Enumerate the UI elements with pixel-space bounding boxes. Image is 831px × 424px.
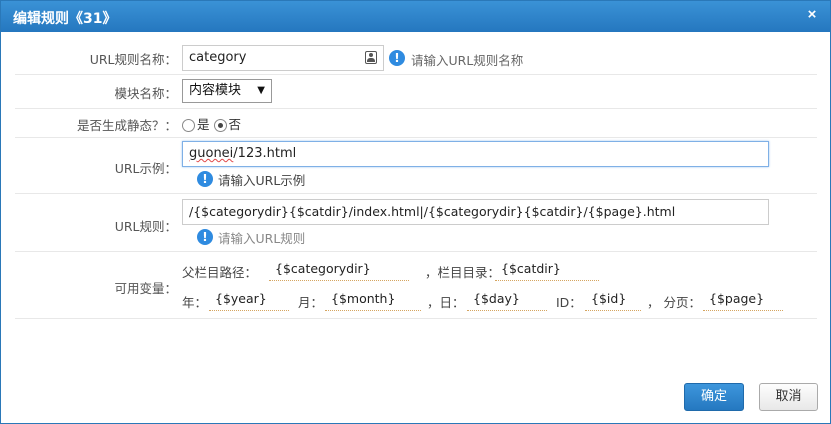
var-label-month: 月： <box>298 295 324 310</box>
module-selected-value: 内容模块 <box>189 83 242 98</box>
var-label-page: ， 分页： <box>647 295 701 310</box>
url-example-label: URL示例： <box>114 161 177 176</box>
url-example-row: URL示例： guonei/123.html ! 请输入URL示例 <box>15 138 817 194</box>
var-field-catdir[interactable]: {$catdir} <box>495 259 599 281</box>
var-field-page[interactable]: {$page} <box>703 289 783 311</box>
variables-row: 可用变量： 父栏目路径： {$categorydir} ，栏目目录： {$cat… <box>15 252 817 319</box>
static-no-label: 否 <box>228 117 242 132</box>
module-label: 模块名称： <box>114 86 177 101</box>
var-field-month[interactable]: {$month} <box>325 289 421 311</box>
var-label-categorydir: 父栏目路径： <box>182 265 258 280</box>
static-label: 是否生成静态？： <box>76 118 177 133</box>
rule-name-value: category <box>189 50 247 65</box>
url-rule-value: /{$categorydir}{$catdir}/index.html|/{$c… <box>189 204 676 219</box>
module-row: 模块名称： 内容模块 ▼ <box>15 75 817 109</box>
rule-name-row: URL规则名称： category ! 请输入URL规则名称 <box>15 41 817 75</box>
rule-name-label: URL规则名称： <box>89 52 177 67</box>
var-field-day[interactable]: {$day} <box>467 289 547 311</box>
url-example-value-word: guonei <box>189 146 234 161</box>
module-select[interactable]: 内容模块 ▼ <box>182 79 272 103</box>
static-no-radio[interactable] <box>213 119 227 132</box>
dialog-title: 编辑规则《31》 <box>13 11 117 27</box>
static-yes-radio[interactable] <box>182 119 195 132</box>
info-icon: ! <box>389 50 405 66</box>
url-rule-label: URL规则： <box>114 219 177 234</box>
var-label-id: ID： <box>556 295 582 310</box>
dropdown-arrow-icon: ▼ <box>257 85 265 96</box>
url-example-hint: 请输入URL示例 <box>218 173 306 188</box>
static-yes-label: 是 <box>197 117 210 132</box>
var-field-id[interactable]: {$id} <box>585 289 641 311</box>
url-example-input[interactable]: guonei/123.html <box>182 141 769 167</box>
info-icon: ! <box>197 229 213 245</box>
static-radio-group: 是 否 <box>182 114 241 133</box>
rule-name-input[interactable]: category <box>182 45 384 71</box>
info-icon: ! <box>197 171 213 187</box>
contact-card-icon <box>365 51 377 64</box>
var-label-year: 年： <box>182 295 208 310</box>
var-field-categorydir[interactable]: {$categorydir} <box>269 259 409 281</box>
dialog-titlebar: 编辑规则《31》 × <box>1 1 830 32</box>
edit-rule-dialog: 编辑规则《31》 × URL规则名称： category ! 请输入URL规则名… <box>0 0 831 424</box>
rule-name-hint: 请输入URL规则名称 <box>411 53 524 68</box>
var-label-day: ，日： <box>427 295 465 310</box>
confirm-button[interactable]: 确定 <box>684 383 744 411</box>
url-rule-input[interactable]: /{$categorydir}{$catdir}/index.html|/{$c… <box>182 199 769 225</box>
url-rule-row: URL规则： /{$categorydir}{$catdir}/index.ht… <box>15 194 817 252</box>
var-field-year[interactable]: {$year} <box>209 289 289 311</box>
cancel-button[interactable]: 取消 <box>759 383 818 411</box>
variables-label: 可用变量： <box>114 281 177 296</box>
url-rule-hint: 请输入URL规则 <box>218 231 306 246</box>
var-label-catdir: ，栏目目录： <box>425 265 501 280</box>
close-icon[interactable]: × <box>804 6 820 24</box>
static-row: 是否生成静态？： 是 否 <box>15 109 817 138</box>
url-example-value-rest: /123.html <box>233 146 297 161</box>
